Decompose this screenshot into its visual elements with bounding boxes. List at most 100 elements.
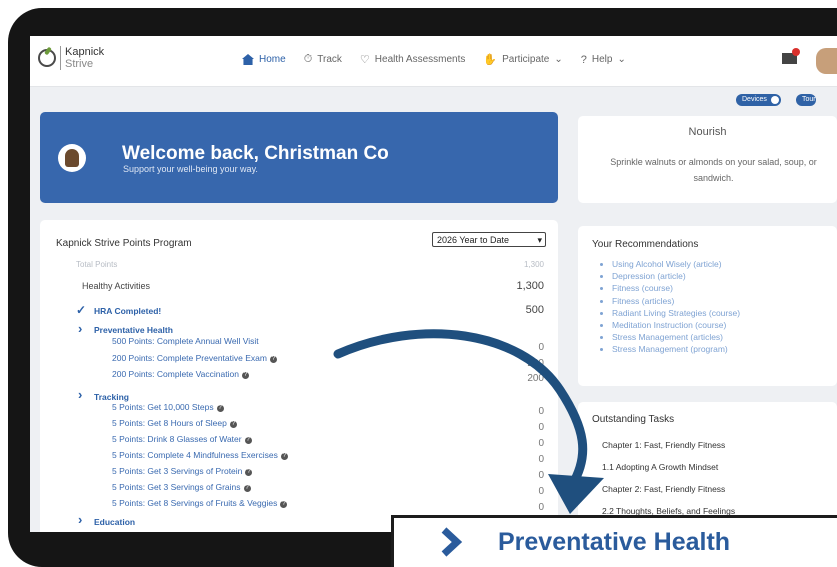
tracking-item: 5 Points: Drink 8 Glasses of Water? (112, 434, 252, 444)
nav-track-label: Track (317, 54, 342, 65)
devices-plus-icon (770, 96, 779, 104)
nav-health-assessments-label: Health Assessments (374, 54, 466, 65)
nav-item-health-assessments[interactable]: ♡ Health Assessments (360, 53, 465, 66)
total-points-value: 1,300 (523, 260, 544, 269)
info-icon[interactable]: ? (244, 437, 252, 444)
logo-mark-icon (38, 49, 56, 67)
tracking-item: 5 Points: Complete 4 Mindfulness Exercis… (112, 450, 288, 460)
hra-completed-label: HRA Completed! (94, 306, 162, 316)
info-icon[interactable]: ? (216, 405, 224, 412)
preventative-item-value: 200 (527, 358, 544, 369)
tracking-item-value: 0 (538, 502, 544, 513)
nav-menu: Home ⏱ Track ♡ Health Assessments ✋ Part… (242, 53, 626, 66)
nourish-card: Nourish Sprinkle walnuts or almonds on y… (578, 116, 837, 203)
healthy-activities-value: 1,300 (516, 280, 544, 292)
outstanding-tasks-title: Outstanding Tasks (592, 414, 675, 425)
tour-label: Tour (802, 96, 816, 103)
nav-home-label: Home (259, 54, 286, 65)
nav-participate-label: Participate (502, 54, 550, 65)
info-icon[interactable]: ? (245, 469, 253, 476)
task-item[interactable]: Chapter 2: Fast, Friendly Fitness (602, 484, 725, 494)
chevron-right-icon[interactable]: › (78, 387, 82, 402)
period-select[interactable]: 2026 Year to Date (432, 232, 546, 248)
healthy-activities-label: Healthy Activities (82, 281, 151, 291)
nourish-body: Sprinkle walnuts or almonds on your sala… (610, 157, 817, 183)
hra-completed-value: 500 (525, 304, 544, 316)
info-icon[interactable]: ? (241, 372, 249, 379)
recommendation-link[interactable]: Using Alcohol Wisely (article) (612, 258, 740, 270)
tracking-item-value: 0 (538, 406, 544, 417)
info-icon[interactable]: ? (269, 356, 277, 363)
preventative-item-value: 0 (538, 342, 544, 353)
tracking-item: 5 Points: Get 8 Hours of Sleep? (112, 418, 237, 428)
chevron-right-icon (441, 527, 463, 557)
recommendations-title: Your Recommendations (592, 239, 699, 250)
points-program-title: Kapnick Strive Points Program (56, 238, 192, 249)
recommendation-link[interactable]: Fitness (course) (612, 282, 740, 294)
info-icon[interactable]: ? (280, 453, 288, 460)
preventative-item: 200 Points: Complete Vaccination? (112, 369, 249, 379)
home-icon (242, 54, 254, 65)
devices-button[interactable]: Devices (736, 94, 781, 106)
total-points-label: Total Points (76, 260, 118, 269)
outstanding-tasks-card: Outstanding Tasks Chapter 1: Fast, Frien… (578, 402, 837, 532)
recommendation-link[interactable]: Depression (article) (612, 270, 740, 282)
recommendation-link[interactable]: Fitness (articles) (612, 295, 740, 307)
user-avatar[interactable] (816, 48, 837, 74)
tracking-item-value: 0 (538, 454, 544, 465)
zoom-callout: Preventative Health (391, 515, 837, 567)
chevron-right-icon[interactable]: › (78, 321, 82, 336)
callout-preventative-health: Preventative Health (498, 528, 731, 556)
tracking-item-value: 0 (538, 438, 544, 449)
tracking-item-value: 0 (538, 422, 544, 433)
recommendations-card: Your Recommendations Using Alcohol Wisel… (578, 226, 837, 386)
kapnick-strive-logo[interactable]: Kapnick Strive (38, 46, 104, 70)
task-item[interactable]: Chapter 1: Fast, Friendly Fitness (602, 440, 725, 450)
logo-line1: Kapnick (65, 46, 105, 58)
education-label[interactable]: Education (94, 517, 135, 527)
recommendations-list: Using Alcohol Wisely (article) Depressio… (598, 258, 740, 356)
welcome-subtitle: Support your well-being your way. (123, 164, 258, 174)
preventative-item: 500 Points: Complete Annual Well Visit (112, 336, 259, 346)
chevron-down-icon: ⌄ (617, 54, 626, 65)
info-icon[interactable]: ? (280, 501, 288, 508)
task-item[interactable]: 1.1 Adopting A Growth Mindset (602, 462, 718, 472)
nav-item-track[interactable]: ⏱ Track (304, 53, 342, 66)
recommendation-link[interactable]: Stress Management (program) (612, 343, 740, 355)
nav-item-participate[interactable]: ✋ Participate ⌄ (483, 53, 562, 66)
tracking-label[interactable]: Tracking (94, 392, 129, 402)
nav-help-label: Help (591, 54, 613, 65)
nav-item-help[interactable]: ? Help ⌄ (581, 53, 626, 66)
tracking-item: 5 Points: Get 8 Servings of Fruits & Veg… (112, 498, 288, 508)
notification-badge (792, 48, 800, 56)
points-program-card: Kapnick Strive Points Program 2026 Year … (40, 220, 558, 532)
chevron-down-icon: ⌄ (554, 54, 563, 65)
tracking-item: 5 Points: Get 10,000 Steps? (112, 402, 224, 412)
preventative-item: 200 Points: Complete Preventative Exam? (112, 353, 277, 363)
chevron-right-icon[interactable]: › (78, 512, 82, 527)
info-icon[interactable]: ? (243, 485, 251, 492)
tracking-item-value: 0 (538, 470, 544, 481)
tracking-item: 5 Points: Get 3 Servings of Protein? (112, 466, 253, 476)
badge-icon: ♡ (359, 54, 370, 66)
recommendation-link[interactable]: Radiant Living Strategies (course) (612, 307, 740, 319)
check-icon: ✓ (76, 303, 87, 317)
devices-label: Devices (742, 96, 767, 103)
welcome-avatar (58, 144, 86, 172)
info-icon[interactable]: ? (229, 421, 237, 428)
preventative-item-value: 200 (527, 373, 544, 384)
top-navigation: Kapnick Strive Home ⏱ Track ♡ Health Ass… (30, 36, 837, 87)
recommendation-link[interactable]: Stress Management (articles) (612, 331, 740, 343)
logo-line2: Strive (65, 58, 94, 70)
app-screen: Kapnick Strive Home ⏱ Track ♡ Health Ass… (30, 36, 837, 532)
tracking-item: 5 Points: Get 3 Servings of Grains? (112, 482, 251, 492)
stopwatch-icon: ⏱ (303, 53, 313, 65)
nav-item-home[interactable]: Home (242, 53, 286, 66)
hand-icon: ✋ (483, 54, 498, 66)
welcome-banner: Welcome back, Christman Co Support your … (40, 112, 558, 203)
recommendation-link[interactable]: Meditation Instruction (course) (612, 319, 740, 331)
question-icon: ? (580, 53, 587, 66)
preventative-health-label[interactable]: Preventative Health (94, 325, 173, 335)
tour-button[interactable]: Tour (796, 94, 816, 106)
nourish-title: Nourish (688, 126, 727, 138)
